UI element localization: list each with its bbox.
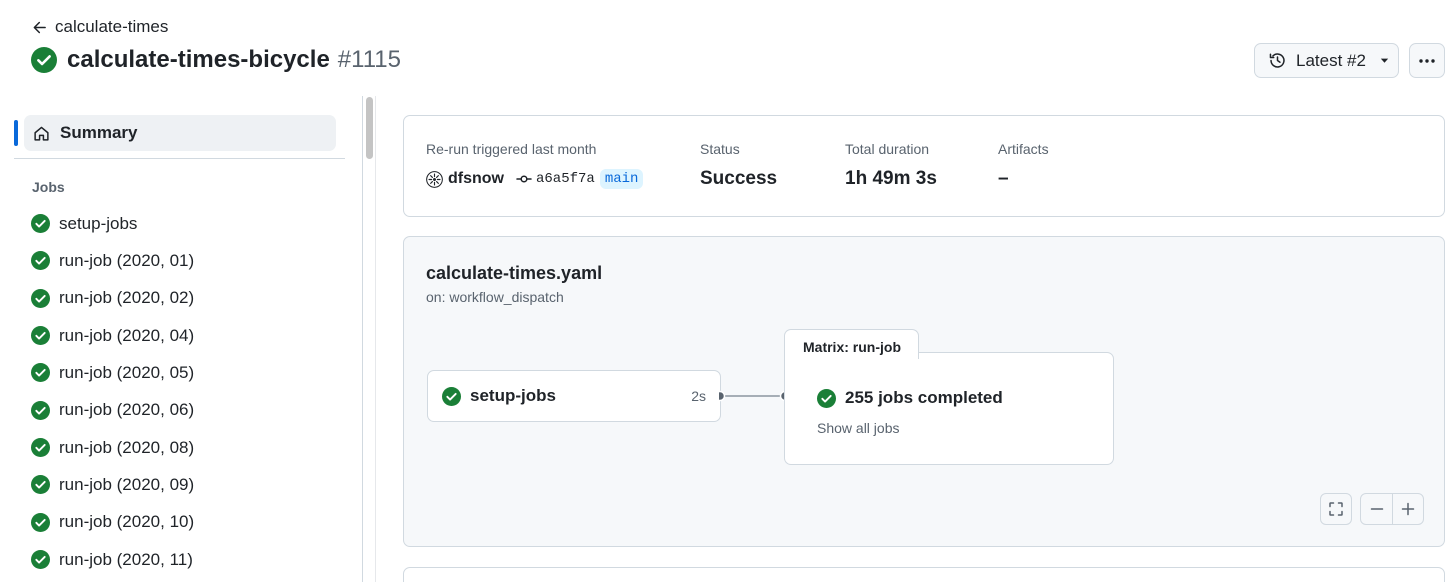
sidebar-scrollbar[interactable] — [366, 97, 373, 159]
workflow-graph-card: calculate-times.yaml on: workflow_dispat… — [403, 236, 1445, 547]
zoom-in-button[interactable] — [1392, 494, 1423, 524]
sidebar-item-summary[interactable]: Summary — [24, 115, 336, 151]
job-label: run-job (2020, 06) — [59, 400, 195, 420]
duration-value: 1h 49m 3s — [845, 168, 937, 189]
artifacts-section: Artifacts – — [998, 141, 1049, 190]
divider — [14, 158, 345, 159]
jobs-heading: Jobs — [32, 179, 65, 195]
arrow-left-icon — [33, 21, 46, 33]
matrix-run-job-node[interactable]: 255 jobs completed Show all jobs — [784, 352, 1114, 465]
history-icon — [1269, 53, 1285, 68]
avatar[interactable] — [426, 170, 443, 188]
check-circle-fill-icon — [31, 512, 50, 532]
check-circle-fill-icon — [31, 47, 57, 73]
sidebar-item-job[interactable]: run-job (2020, 06) — [31, 392, 194, 429]
sidebar-item-job[interactable]: run-job (2020, 09) — [31, 466, 194, 503]
back-link[interactable]: calculate-times — [32, 17, 168, 37]
check-circle-fill-icon — [31, 438, 50, 458]
trigger-section: Re-run triggered last month dfsnow a6a5f… — [426, 141, 644, 189]
workflow-trigger: on: workflow_dispatch — [426, 289, 564, 305]
trigger-label: Re-run triggered last month — [426, 141, 597, 157]
commit-sha-link[interactable]: a6a5f7a — [536, 171, 595, 187]
branch-badge[interactable]: main — [599, 169, 644, 189]
check-circle-fill-icon — [31, 400, 50, 420]
check-circle-fill-icon — [442, 386, 461, 406]
scrollbar-track — [375, 96, 376, 582]
sidebar-item-job[interactable]: run-job (2020, 11) — [31, 541, 194, 578]
job-label: run-job (2020, 05) — [59, 362, 195, 382]
attempt-dropdown-button[interactable]: Latest #2 — [1254, 43, 1399, 78]
back-link-label: calculate-times — [55, 17, 169, 36]
node-duration: 2s — [691, 388, 706, 404]
artifacts-value: – — [998, 168, 1009, 189]
job-label: run-job (2020, 01) — [59, 250, 195, 270]
active-indicator — [14, 120, 18, 146]
sidebar-item-job[interactable]: run-job (2020, 10) — [31, 504, 194, 541]
dash-icon — [1370, 508, 1383, 510]
home-icon — [34, 126, 49, 141]
duration-section: Total duration 1h 49m 3s — [845, 141, 937, 190]
attempt-label: Latest #2 — [1296, 50, 1366, 70]
actor-row: dfsnow a6a5f7a main — [426, 169, 644, 189]
duration-label: Total duration — [845, 141, 930, 157]
sidebar-item-job[interactable]: run-job (2020, 02) — [31, 280, 194, 317]
zoom-out-button[interactable] — [1361, 494, 1392, 524]
screen-full-icon — [1329, 502, 1343, 516]
matrix-completed-text: 255 jobs completed — [845, 388, 1003, 407]
matrix-status-row: 255 jobs completed — [817, 388, 1003, 408]
check-circle-fill-icon — [31, 550, 50, 570]
run-number: #1115 — [337, 46, 401, 73]
setup-jobs-node[interactable]: setup-jobs 2s — [427, 370, 721, 422]
zoom-controls — [1360, 493, 1424, 525]
job-label: setup-jobs — [59, 213, 138, 233]
check-circle-fill-icon — [31, 288, 50, 308]
status-section: Status Success — [700, 141, 777, 190]
artifacts-label: Artifacts — [998, 141, 1049, 157]
sidebar-item-job[interactable]: run-job (2020, 04) — [31, 317, 194, 354]
sidebar-item-job[interactable]: setup-jobs — [31, 205, 194, 242]
job-list: setup-jobs run-job (2020, 01) run-job (2… — [31, 205, 194, 578]
next-section-card — [403, 567, 1445, 582]
sidebar-item-label: Summary — [60, 123, 138, 142]
sidebar-item-job[interactable]: run-job (2020, 01) — [31, 242, 194, 279]
check-circle-fill-icon — [31, 363, 50, 383]
node-name: setup-jobs — [470, 386, 556, 405]
matrix-tab-label: Matrix: run-job — [784, 329, 919, 359]
job-label: run-job (2020, 09) — [59, 474, 195, 494]
status-value: Success — [700, 168, 778, 189]
kebab-horizontal-icon — [1419, 58, 1435, 63]
check-circle-fill-icon — [31, 214, 50, 234]
job-label: run-job (2020, 08) — [59, 437, 195, 457]
page-title: calculate-times-bicycle #1115 — [31, 46, 401, 74]
plus-icon — [1401, 502, 1415, 516]
actor-link[interactable]: dfsnow — [448, 170, 504, 188]
status-label: Status — [700, 141, 740, 157]
show-all-jobs-link[interactable]: Show all jobs — [817, 420, 900, 436]
sidebar-divider — [362, 96, 363, 582]
check-circle-fill-icon — [31, 251, 50, 271]
job-label: run-job (2020, 02) — [59, 288, 195, 308]
job-label: run-job (2020, 11) — [59, 549, 193, 569]
check-circle-fill-icon — [31, 475, 50, 495]
more-options-button[interactable] — [1409, 43, 1445, 78]
run-summary-card: Re-run triggered last month dfsnow a6a5f… — [403, 115, 1445, 217]
workflow-file-name: calculate-times.yaml — [426, 263, 603, 283]
sidebar-item-job[interactable]: run-job (2020, 08) — [31, 429, 194, 466]
graph-connector — [719, 390, 789, 402]
sidebar-item-job[interactable]: run-job (2020, 05) — [31, 354, 194, 391]
run-name: calculate-times-bicycle — [67, 46, 330, 73]
git-commit-icon — [516, 175, 532, 183]
check-circle-fill-icon — [817, 388, 836, 408]
job-label: run-job (2020, 04) — [59, 325, 195, 345]
job-label: run-job (2020, 10) — [59, 512, 195, 532]
triangle-down-icon — [1380, 58, 1389, 63]
fit-screen-button[interactable] — [1320, 493, 1352, 525]
check-circle-fill-icon — [31, 326, 50, 346]
